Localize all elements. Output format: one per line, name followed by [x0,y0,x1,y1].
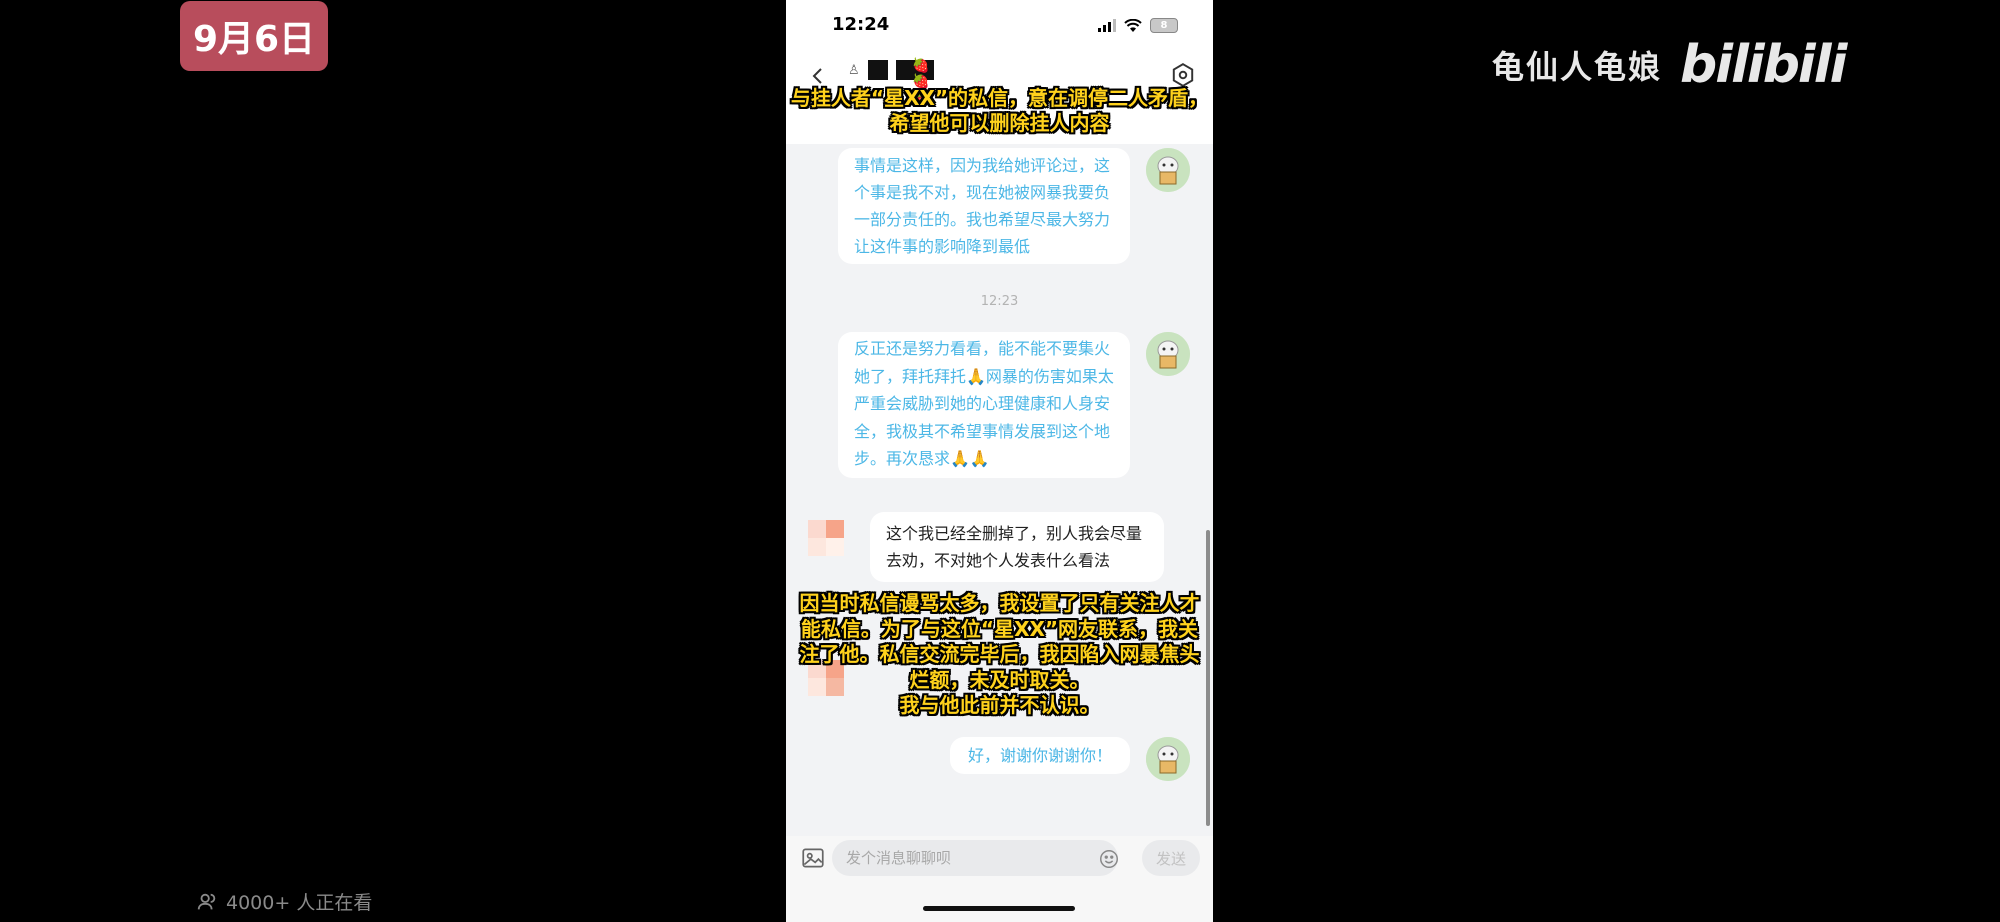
avatar-image [1146,332,1190,376]
message-bubble-mine: 好，谢谢你谢谢你！ [950,737,1130,774]
message-bubble-theirs: 这个我已经全删掉了，别人我会尽量去劝，不对她个人发表什么看法 [870,512,1164,582]
wifi-icon [1124,18,1142,32]
channel-name: 龟仙人龟娘 [1492,48,1663,86]
viewers-icon [197,893,216,909]
message-timestamp: 12:23 [980,294,1019,309]
send-button[interactable]: 发送 [1142,840,1200,876]
bilibili-logo: bilibili [1680,35,1847,95]
redacted-block [867,60,888,80]
home-indicator [923,906,1075,911]
message-bubble-mine: 反正还是努力看看，能不能不要集火她了，拜托拜托🙏网暴的伤害如果太严重会威胁到她的… [838,332,1130,478]
settings-icon[interactable] [1170,62,1196,88]
signal-icon [1098,19,1116,32]
caption-middle: 因当时私信谩骂太多，我设置了只有关注人才能私信。为了与这位“星XX”网友联系，我… [799,591,1200,717]
my-avatar [1146,332,1190,376]
message-input[interactable] [832,840,1118,876]
phone-screen: 12:24 8 ♙ 🍓🍓🍓 与挂人者“星XX”的私信，意在调停二人矛盾，希望他可… [786,0,1213,922]
caption-top: 与挂人者“星XX”的私信，意在调停二人矛盾，希望他可以删除挂人内容 [790,86,1209,135]
message-bubble-mine: 事情是这样，因为我给她评论过，这个事是我不对，现在她被网暴我要负一部分责任的。我… [838,148,1130,264]
input-bar: 发送 [786,836,1213,922]
viewer-count-text: 4000+ 人正在看 [226,892,373,914]
back-button[interactable] [806,64,830,88]
my-avatar [1146,737,1190,781]
avatar-image [1146,737,1190,781]
contact-name: ♙ 🍓🍓🍓 [848,58,934,106]
contact-avatar [808,520,848,560]
image-icon[interactable] [800,845,826,871]
user-level-icon: ♙ [848,62,860,78]
viewer-count: 4000+ 人正在看 [196,888,372,915]
my-avatar [1146,148,1190,192]
status-bar: 12:24 8 [786,0,1213,56]
avatar-image [1146,148,1190,192]
channel-watermark: 龟仙人龟娘 bilibili [1492,35,1847,95]
date-badge: 9月6日 [180,1,328,71]
status-time: 12:24 [832,14,890,35]
emoji-icon[interactable] [1098,848,1120,870]
battery-icon: 8 [1150,18,1178,33]
